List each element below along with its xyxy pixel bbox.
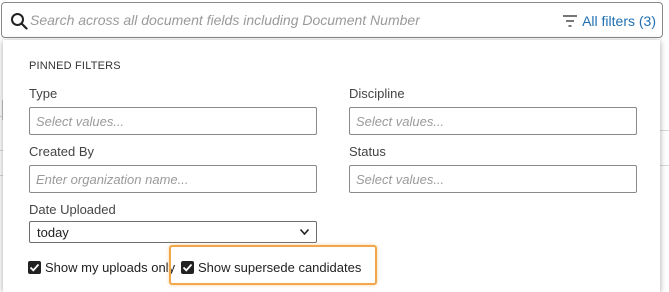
section-title: PINNED FILTERS <box>29 60 121 72</box>
status-label: Status <box>349 144 386 159</box>
date-uploaded-label: Date Uploaded <box>29 202 116 217</box>
created-by-label: Created By <box>29 144 95 159</box>
show-my-uploads-label: Show my uploads only <box>45 260 176 275</box>
discipline-select[interactable] <box>349 107 637 135</box>
date-uploaded-value: today <box>37 224 69 240</box>
date-uploaded-select[interactable]: today <box>29 221 317 243</box>
background-divider <box>660 130 669 131</box>
created-by-input[interactable] <box>29 165 317 193</box>
all-filters-label: All filters (3) <box>582 13 656 29</box>
show-supersede-checkbox[interactable]: Show supersede candidates <box>181 260 361 275</box>
background-divider <box>660 165 669 166</box>
chevron-down-icon <box>300 229 309 235</box>
discipline-label: Discipline <box>349 86 405 101</box>
show-supersede-label: Show supersede candidates <box>198 260 362 275</box>
checkbox-checked-icon[interactable] <box>28 261 41 274</box>
filter-icon <box>563 15 578 27</box>
status-select[interactable] <box>349 165 637 193</box>
search-icon <box>11 13 28 30</box>
checkbox-checked-icon[interactable] <box>181 261 194 274</box>
show-my-uploads-checkbox[interactable]: Show my uploads only <box>28 260 175 275</box>
all-filters-button[interactable]: All filters (3) <box>562 12 656 30</box>
type-select[interactable] <box>29 107 317 135</box>
type-label: Type <box>29 86 58 101</box>
search-bar[interactable]: All filters (3) <box>1 2 663 38</box>
search-input[interactable] <box>30 7 550 33</box>
pinned-filters-panel: PINNED FILTERS Type Discipline Created B… <box>3 40 660 292</box>
